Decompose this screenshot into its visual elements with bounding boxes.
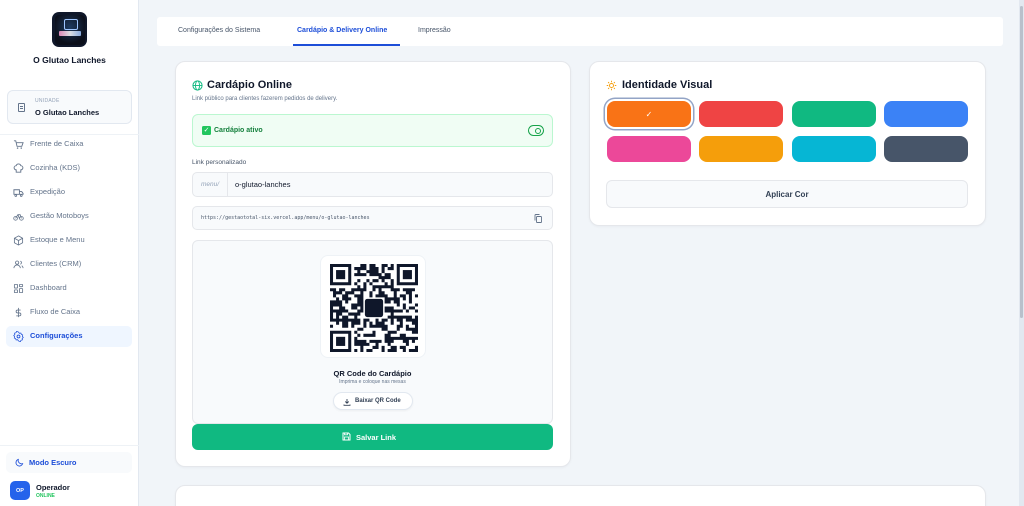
building-icon — [18, 103, 25, 112]
users-icon — [13, 260, 24, 269]
bike-icon — [13, 214, 24, 221]
sidebar-item-estoque[interactable]: Estoque e Menu — [6, 230, 132, 251]
brand-logo — [52, 12, 87, 47]
save-link-label: Salvar Link — [356, 433, 397, 442]
sidebar-item-label: Frente de Caixa — [30, 139, 84, 148]
sidebar-item-expedicao[interactable]: Expedição — [6, 182, 132, 203]
sidebar: O Glutao Lanches UNIDADE O Glutao Lanche… — [0, 0, 139, 506]
qr-code-image — [330, 264, 418, 352]
color-swatch-orange[interactable]: ✓ — [607, 101, 691, 127]
avatar[interactable]: OP — [10, 481, 30, 500]
color-swatch-red[interactable] — [699, 101, 783, 127]
sidebar-item-fluxo-de-caixa[interactable]: Fluxo de Caixa — [6, 302, 132, 323]
tab-cardapio-delivery[interactable]: Cardápio & Delivery Online — [297, 27, 387, 34]
visual-identity-title: Identidade Visual — [622, 79, 713, 91]
color-swatch-cyan[interactable] — [792, 136, 876, 162]
online-menu-subtitle: Link público para clientes fazerem pedid… — [192, 96, 338, 102]
truck-icon — [13, 189, 24, 197]
qr-code-frame — [320, 255, 426, 358]
chef-hat-icon — [13, 163, 24, 173]
operator-name: Operador — [36, 483, 70, 492]
sidebar-divider — [0, 445, 139, 446]
sun-icon — [606, 80, 617, 91]
dark-mode-label: Modo Escuro — [29, 458, 77, 467]
settings-tabs: Configurações do Sistema Cardápio & Deli… — [157, 17, 1003, 46]
check-icon: ✓ — [645, 109, 653, 119]
sidebar-item-label: Fluxo de Caixa — [30, 307, 81, 316]
box-icon — [13, 235, 24, 246]
active-tab-indicator — [293, 44, 400, 46]
save-icon — [342, 432, 351, 441]
sidebar-item-cozinha[interactable]: Cozinha (KDS) — [6, 158, 132, 179]
download-icon — [343, 399, 351, 406]
qr-subtitle: Imprima e coloque nas mesas — [339, 379, 406, 385]
tab-configuracoes-sistema[interactable]: Configurações do Sistema — [178, 27, 260, 34]
cart-icon — [13, 140, 24, 149]
color-swatch-slate[interactable] — [884, 136, 968, 162]
checkbox-checked-icon[interactable]: ✓ — [202, 126, 211, 135]
apply-color-label: Aplicar Cor — [765, 190, 809, 199]
globe-icon — [192, 80, 203, 91]
menu-active-label: Cardápio ativo — [214, 127, 263, 134]
menu-active-switch[interactable] — [528, 125, 544, 136]
grid-icon — [13, 283, 24, 294]
color-swatch-pink[interactable] — [607, 136, 691, 162]
color-swatch-green[interactable] — [792, 101, 876, 127]
tab-impressao[interactable]: Impressão — [418, 27, 451, 34]
sidebar-item-label: Clientes (CRM) — [30, 259, 82, 268]
full-url-field: https://gestaototal-six.vercel.app/menu/… — [192, 206, 553, 230]
online-menu-title: Cardápio Online — [207, 79, 292, 91]
unit-caption: UNIDADE — [35, 98, 60, 104]
download-qr-label: Baixar QR Code — [355, 398, 401, 404]
color-swatch-amber[interactable] — [699, 136, 783, 162]
save-link-button[interactable]: Salvar Link — [192, 424, 553, 450]
scrollbar-thumb[interactable] — [1020, 6, 1023, 318]
link-prefix: menu/ — [193, 173, 228, 196]
sidebar-item-label: Cozinha (KDS) — [30, 163, 81, 172]
sidebar-item-dashboard[interactable]: Dashboard — [6, 278, 132, 299]
unit-selector[interactable]: UNIDADE O Glutao Lanches — [7, 90, 132, 124]
next-section-card — [175, 485, 986, 506]
link-label: Link personalizado — [192, 159, 247, 166]
sidebar-item-label: Configurações — [30, 331, 83, 340]
operator-status: ONLINE — [36, 493, 55, 499]
sidebar-item-clientes[interactable]: Clientes (CRM) — [6, 254, 132, 275]
copy-icon[interactable] — [534, 214, 542, 223]
custom-link-input[interactable]: o-glutao-lanches — [235, 180, 290, 189]
full-url-text: https://gestaototal-six.vercel.app/menu/… — [201, 215, 370, 221]
dark-mode-toggle[interactable]: Modo Escuro — [6, 452, 132, 473]
download-qr-button[interactable]: Baixar QR Code — [333, 392, 413, 410]
sidebar-item-label: Dashboard — [30, 283, 67, 292]
brand-name: O Glutao Lanches — [33, 55, 106, 65]
gear-icon — [13, 331, 24, 342]
color-swatch-blue[interactable] — [884, 101, 968, 127]
sidebar-item-label: Gestão Motoboys — [30, 211, 89, 220]
sidebar-item-frente-de-caixa[interactable]: Frente de Caixa — [6, 134, 132, 155]
apply-color-button[interactable]: Aplicar Cor — [606, 180, 968, 208]
sidebar-item-label: Expedição — [30, 187, 66, 196]
unit-name: O Glutao Lanches — [35, 108, 100, 117]
sidebar-item-configuracoes[interactable]: Configurações — [6, 326, 132, 347]
custom-link-field[interactable]: menu/ o-glutao-lanches — [192, 172, 553, 197]
sidebar-item-motoboys[interactable]: Gestão Motoboys — [6, 206, 132, 227]
moon-icon — [15, 458, 24, 467]
dollar-icon — [15, 307, 22, 318]
qr-title: QR Code do Cardápio — [333, 369, 412, 378]
sidebar-item-label: Estoque e Menu — [30, 235, 85, 244]
